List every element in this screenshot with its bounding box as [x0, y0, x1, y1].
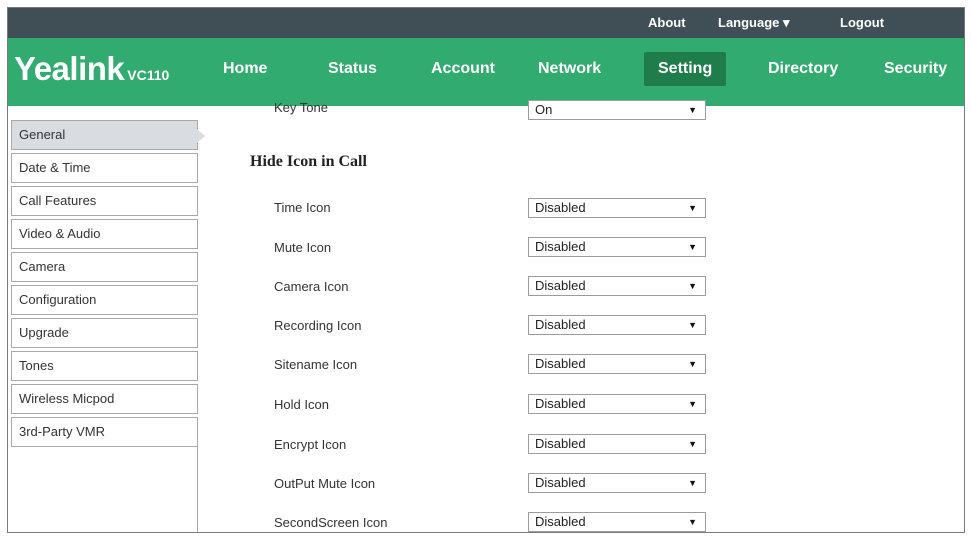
recording-icon-value: Disabled	[535, 317, 586, 332]
encrypt-icon-select[interactable]: Disabled ▼	[528, 434, 706, 454]
caret-down-icon: ▼	[688, 439, 697, 449]
sidebar-item-date-time[interactable]: Date & Time	[11, 153, 198, 183]
nav-status[interactable]: Status	[328, 60, 377, 78]
sidebar-item-configuration[interactable]: Configuration	[11, 285, 198, 315]
logout-link[interactable]: Logout	[840, 15, 884, 30]
main-nav: Yealink VC110 Home Status Account Network…	[8, 38, 964, 106]
sidebar-item-video-audio[interactable]: Video & Audio	[11, 219, 198, 249]
camera-icon-label: Camera Icon	[274, 279, 349, 294]
sidebar-item-tones[interactable]: Tones	[11, 351, 198, 381]
caret-down-icon: ▼	[688, 281, 697, 291]
sidebar-border	[11, 440, 198, 532]
recording-icon-label: Recording Icon	[274, 318, 362, 333]
sidebar-item-general[interactable]: General	[11, 120, 205, 150]
caret-down-icon: ▼	[688, 203, 697, 213]
nav-network[interactable]: Network	[538, 60, 601, 78]
hold-icon-label: Hold Icon	[274, 397, 329, 412]
caret-down-icon: ▼	[688, 478, 697, 488]
caret-down-icon: ▼	[688, 517, 697, 527]
top-bar: About Language ▾ Logout	[8, 8, 964, 38]
sidebar-item-camera[interactable]: Camera	[11, 252, 198, 282]
time-icon-select[interactable]: Disabled ▼	[528, 198, 706, 218]
key-tone-label: Key Tone	[274, 100, 328, 115]
hold-icon-value: Disabled	[535, 396, 586, 411]
about-link[interactable]: About	[648, 15, 686, 30]
camera-icon-select[interactable]: Disabled ▼	[528, 276, 706, 296]
output-mute-icon-value: Disabled	[535, 475, 586, 490]
caret-down-icon: ▼	[688, 320, 697, 330]
browser-frame: About Language ▾ Logout Yealink VC110 Hom…	[7, 7, 965, 533]
nav-directory[interactable]: Directory	[768, 60, 838, 78]
sidebar-item-call-features[interactable]: Call Features	[11, 186, 198, 216]
camera-icon-value: Disabled	[535, 278, 586, 293]
secondscreen-icon-select[interactable]: Disabled ▼	[528, 512, 706, 532]
mute-icon-value: Disabled	[535, 239, 586, 254]
logo-brand: Yealink	[14, 50, 125, 87]
time-icon-value: Disabled	[535, 200, 586, 215]
settings-sidebar: General Date & Time Call Features Video …	[11, 120, 205, 450]
time-icon-label: Time Icon	[274, 200, 331, 215]
caret-down-icon: ▼	[688, 399, 697, 409]
logo-model: VC110	[127, 67, 170, 83]
sitename-icon-label: Sitename Icon	[274, 357, 358, 372]
nav-security[interactable]: Security	[884, 60, 947, 78]
nav-home[interactable]: Home	[223, 60, 267, 78]
secondscreen-icon-value: Disabled	[535, 514, 586, 529]
hold-icon-select[interactable]: Disabled ▼	[528, 394, 706, 414]
encrypt-icon-label: Encrypt Icon	[274, 437, 347, 452]
nav-account[interactable]: Account	[431, 60, 495, 78]
sidebar-item-wireless-micpod[interactable]: Wireless Micpod	[11, 384, 198, 414]
nav-setting[interactable]: Setting	[644, 52, 727, 86]
sidebar-item-upgrade[interactable]: Upgrade	[11, 318, 198, 348]
key-tone-value: On	[535, 102, 553, 117]
key-tone-select[interactable]: On ▼	[528, 100, 706, 120]
output-mute-icon-select[interactable]: Disabled ▼	[528, 473, 706, 493]
sitename-icon-value: Disabled	[535, 356, 586, 371]
sitename-icon-select[interactable]: Disabled ▼	[528, 354, 706, 374]
mute-icon-label: Mute Icon	[274, 240, 332, 255]
mute-icon-select[interactable]: Disabled ▼	[528, 237, 706, 257]
caret-down-icon: ▼	[688, 359, 697, 369]
section-title: Hide Icon in Call	[250, 153, 367, 170]
caret-down-icon: ▼	[688, 105, 697, 115]
settings-content: Key Tone On ▼ Hide Icon in Call Time Ico…	[208, 100, 958, 532]
logo: Yealink VC110	[14, 50, 169, 88]
encrypt-icon-value: Disabled	[535, 436, 586, 451]
caret-down-icon: ▼	[688, 242, 697, 252]
recording-icon-select[interactable]: Disabled ▼	[528, 315, 706, 335]
output-mute-icon-label: OutPut Mute Icon	[274, 476, 376, 491]
language-menu[interactable]: Language ▾	[718, 15, 790, 31]
secondscreen-icon-label: SecondScreen Icon	[274, 515, 388, 530]
